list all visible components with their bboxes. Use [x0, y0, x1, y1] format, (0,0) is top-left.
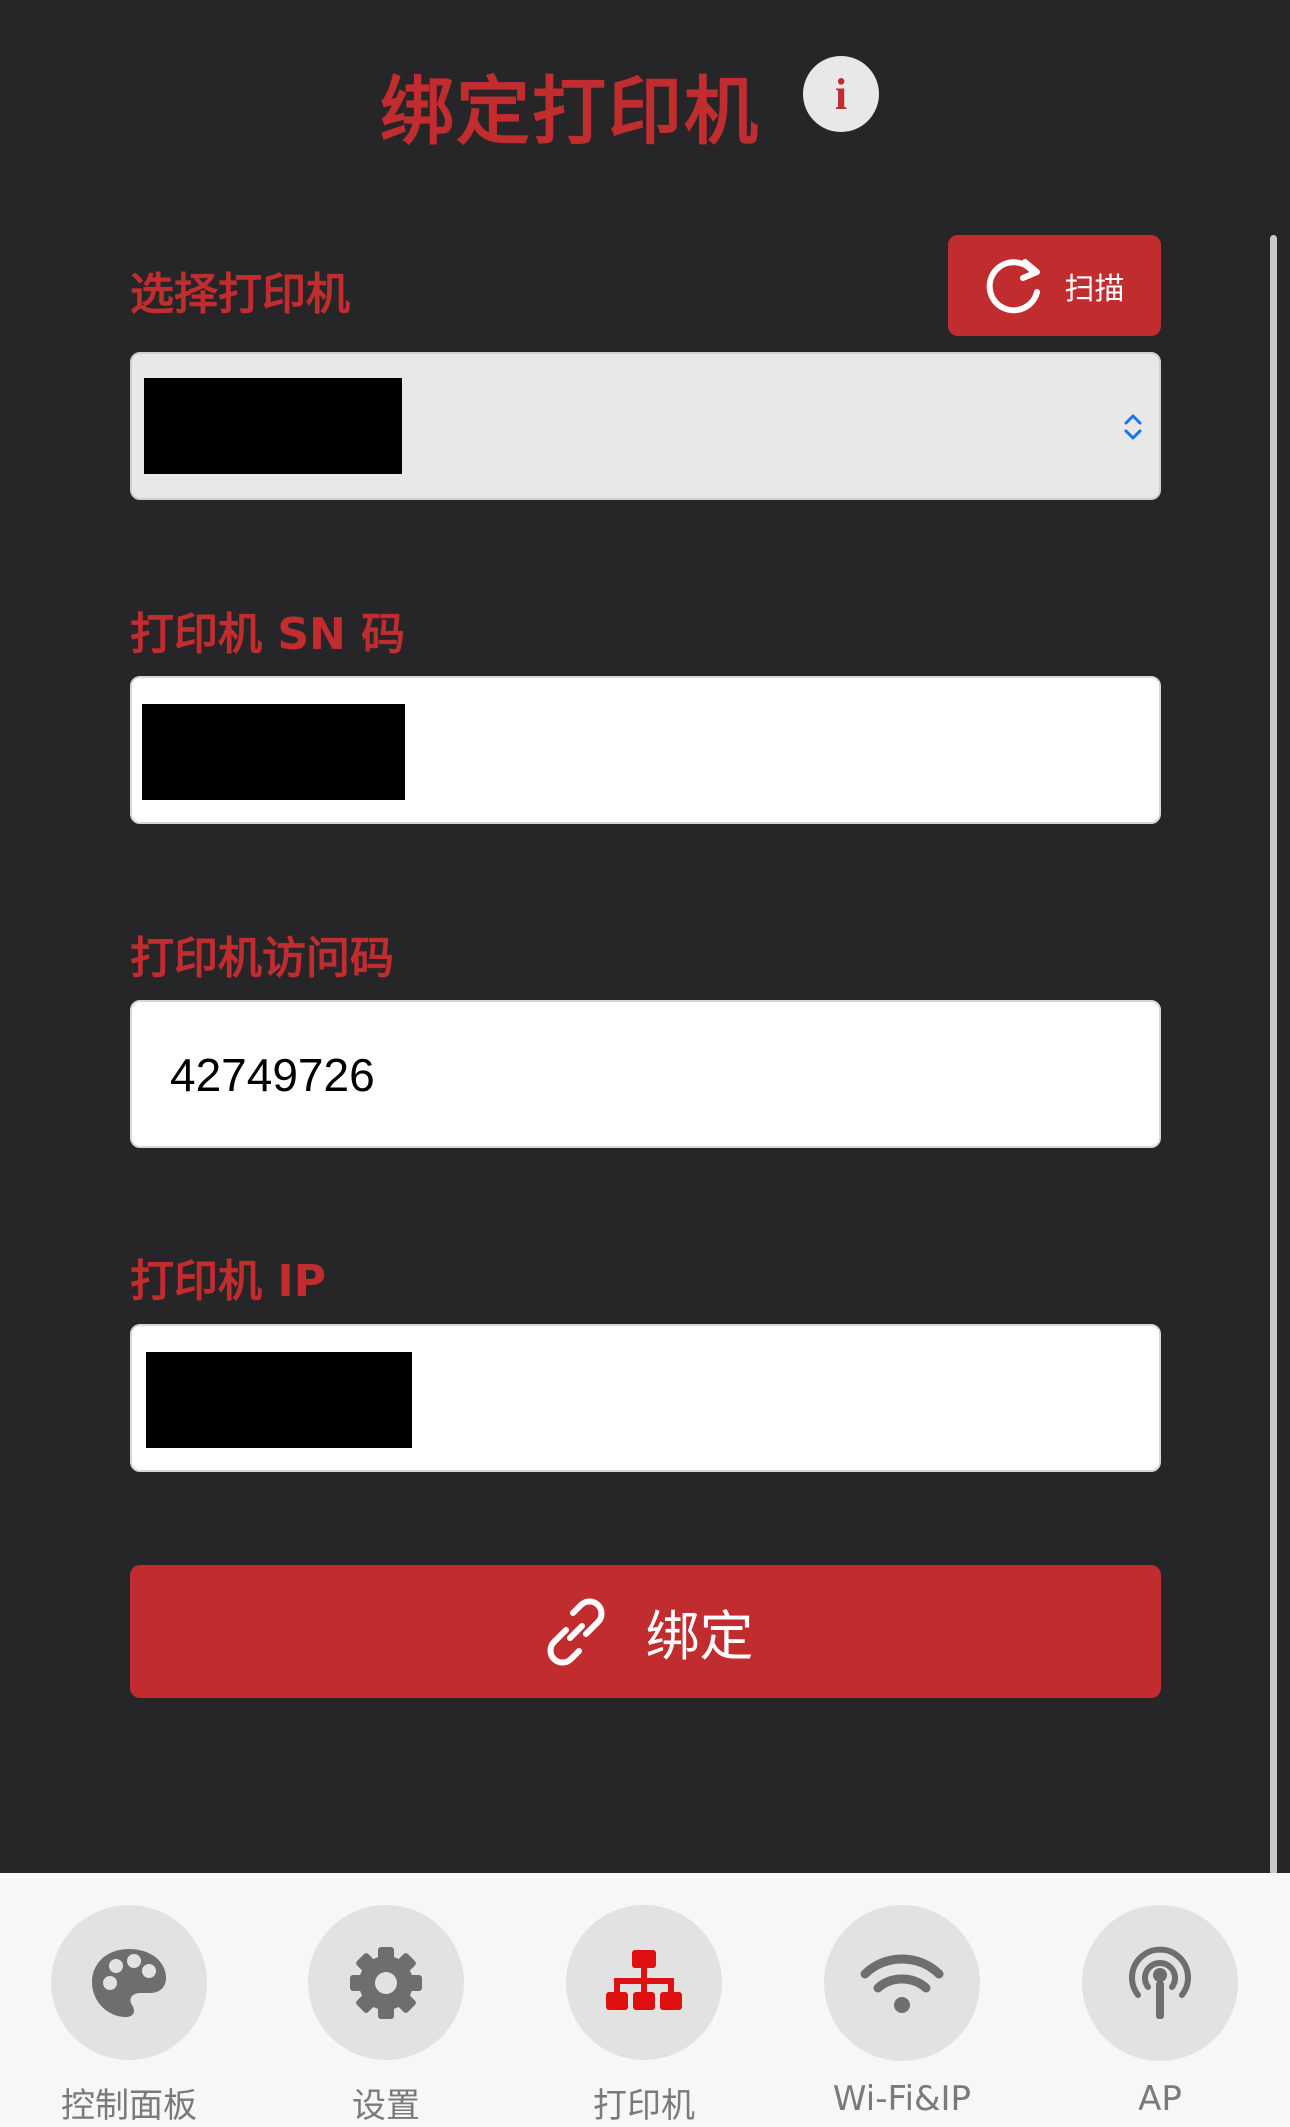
redacted-sn-value	[142, 704, 405, 800]
tab-wifi-ip-label: Wi-Fi&IP	[832, 2079, 972, 2119]
scan-button[interactable]: 扫描	[948, 235, 1161, 336]
access-code-label: 打印机访问码	[130, 933, 394, 984]
access-code-input[interactable]: 42749726	[130, 1000, 1161, 1148]
printer-select[interactable]	[130, 352, 1161, 500]
link-icon	[547, 1598, 604, 1665]
redacted-printer-name	[144, 378, 402, 474]
bind-button[interactable]: 绑定	[130, 1565, 1161, 1698]
access-code-value: 42749726	[170, 1049, 375, 1101]
ip-input[interactable]	[130, 1324, 1161, 1472]
tab-settings[interactable]: 设置	[276, 1873, 496, 2127]
palette-icon	[92, 1948, 166, 2017]
ip-label: 打印机 IP	[130, 1256, 326, 1307]
select-printer-label: 选择打印机	[130, 269, 350, 320]
bind-button-label: 绑定	[645, 1605, 754, 1668]
scan-button-label: 扫描	[1064, 271, 1125, 307]
tab-ap[interactable]: AP	[1050, 1873, 1270, 2127]
info-icon: i	[834, 69, 848, 119]
bottom-tab-bar: 控制面板 设置 打印机 Wi-Fi&IP AP	[0, 1873, 1290, 2127]
sitemap-icon	[606, 1949, 682, 2010]
broadcast-tower-icon	[1129, 1946, 1191, 2019]
tab-printer-label: 打印机	[593, 2086, 695, 2126]
tab-wifi-ip[interactable]: Wi-Fi&IP	[792, 1873, 1012, 2127]
info-button[interactable]: i	[803, 56, 879, 132]
sn-input[interactable]	[130, 676, 1161, 824]
tab-control-panel[interactable]: 控制面板	[19, 1873, 239, 2127]
tab-ap-label: AP	[1138, 2079, 1182, 2119]
tab-printer[interactable]: 打印机	[534, 1873, 754, 2127]
app-screen: 绑定打印机 i 选择打印机 扫描 打印机 SN 码 打印机访问码 4274972…	[0, 0, 1290, 2127]
gear-icon	[350, 1946, 422, 2019]
redacted-ip-value	[146, 1352, 412, 1448]
refresh-icon	[986, 258, 1040, 313]
chevron-up-down-icon	[1124, 414, 1142, 440]
wifi-icon	[860, 1954, 944, 2013]
sn-label: 打印机 SN 码	[130, 609, 406, 660]
page-title: 绑定打印机	[380, 69, 760, 155]
scrollbar[interactable]	[1270, 235, 1277, 1875]
tab-control-panel-label: 控制面板	[61, 2086, 197, 2126]
tab-settings-label: 设置	[352, 2086, 420, 2126]
